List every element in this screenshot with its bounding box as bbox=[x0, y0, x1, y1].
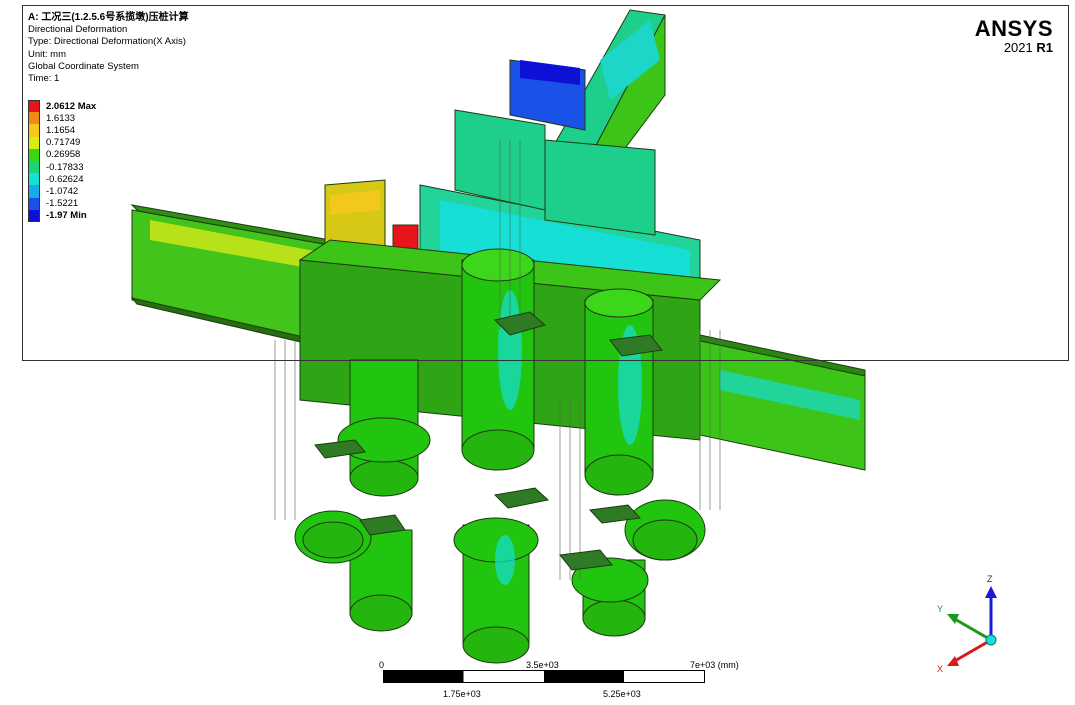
legend-swatch bbox=[28, 136, 40, 149]
result-time: Time: 1 bbox=[28, 73, 60, 85]
legend-label: -1.97 Min bbox=[46, 210, 87, 222]
legend-label: -0.62624 bbox=[46, 173, 84, 185]
logo-brand: ANSYS bbox=[974, 16, 1053, 41]
legend-row: -0.17833 bbox=[28, 160, 96, 174]
legend-label: -1.0742 bbox=[46, 185, 79, 197]
legend-row: 0.71749 bbox=[28, 136, 96, 149]
result-type: Type: Directional Deformation(X Axis) bbox=[28, 36, 186, 48]
legend-row: -1.0742 bbox=[28, 185, 96, 198]
ansys-logo: ANSYS 2021 R1 bbox=[974, 16, 1053, 56]
legend-label: -1.5221 bbox=[46, 198, 79, 210]
legend-swatch bbox=[28, 124, 40, 137]
legend-label: 1.6133 bbox=[46, 112, 76, 124]
legend-swatch bbox=[28, 112, 40, 125]
legend-swatch bbox=[28, 100, 40, 113]
legend-swatch bbox=[28, 160, 40, 174]
result-header: A: 工况三(1.2.5.6号系揽墩)压桩计算 Directional Defo… bbox=[28, 12, 189, 85]
legend-row: -1.97 Min bbox=[28, 209, 96, 222]
scale-label-right: 7e+03 (mm) bbox=[690, 660, 739, 670]
legend-label: 2.0612 Max bbox=[46, 100, 97, 112]
legend-row: 2.0612 Max bbox=[28, 100, 97, 113]
legend-row: 1.6133 bbox=[28, 112, 96, 125]
legend-swatch bbox=[28, 185, 40, 198]
y-axis-line bbox=[952, 616, 992, 642]
logo-year: 2021 bbox=[1003, 40, 1033, 55]
scale-label-quarter: 1.75e+03 bbox=[443, 689, 481, 699]
scale-label-threequarter: 5.25e+03 bbox=[603, 689, 641, 699]
logo-version: 2021 R1 bbox=[975, 40, 1053, 55]
legend-swatch bbox=[28, 148, 40, 161]
scale-bar: 0 3.5e+03 7e+03 (mm) 1.75e+03 5.25e+03 bbox=[379, 660, 739, 705]
coordinate-system: Global Coordinate System bbox=[28, 60, 139, 72]
z-label: Z bbox=[987, 574, 993, 584]
result-unit: Unit: mm bbox=[28, 48, 66, 60]
y-label: Y bbox=[937, 604, 943, 614]
axis-triad[interactable]: Z Y X bbox=[925, 570, 1015, 675]
triad-origin-icon bbox=[985, 634, 997, 646]
legend-swatch bbox=[28, 209, 40, 222]
legend-row: -1.5221 bbox=[28, 197, 96, 210]
model-viewport[interactable] bbox=[0, 0, 1075, 705]
x-axis-line bbox=[952, 638, 992, 664]
scale-label-0: 0 bbox=[379, 660, 385, 670]
analysis-title: A: 工况三(1.2.5.6号系揽墩)压桩计算 bbox=[28, 12, 189, 23]
legend-row: -0.62624 bbox=[28, 173, 96, 186]
logo-release: R1 bbox=[1036, 40, 1053, 55]
legend-row: 1.1654 bbox=[28, 124, 96, 137]
legend-row: 0.26958 bbox=[28, 148, 96, 161]
legend-label: -0.17833 bbox=[46, 161, 84, 173]
x-label: X bbox=[937, 664, 943, 674]
result-name: Directional Deformation bbox=[28, 24, 128, 36]
z-arrow-icon bbox=[985, 586, 997, 598]
structure-model bbox=[130, 9, 866, 664]
legend-swatch bbox=[28, 173, 40, 186]
legend-label: 0.26958 bbox=[46, 149, 81, 161]
legend-label: 1.1654 bbox=[46, 124, 76, 136]
legend-label: 0.71749 bbox=[46, 137, 81, 149]
scale-label-mid: 3.5e+03 bbox=[526, 660, 559, 670]
contour-legend[interactable]: 2.0612 Max 1.6133 1.1654 0.71749 0.26958 -0.1… bbox=[28, 100, 96, 222]
scale-bar-graphic bbox=[383, 670, 705, 683]
legend-swatch bbox=[28, 197, 40, 210]
